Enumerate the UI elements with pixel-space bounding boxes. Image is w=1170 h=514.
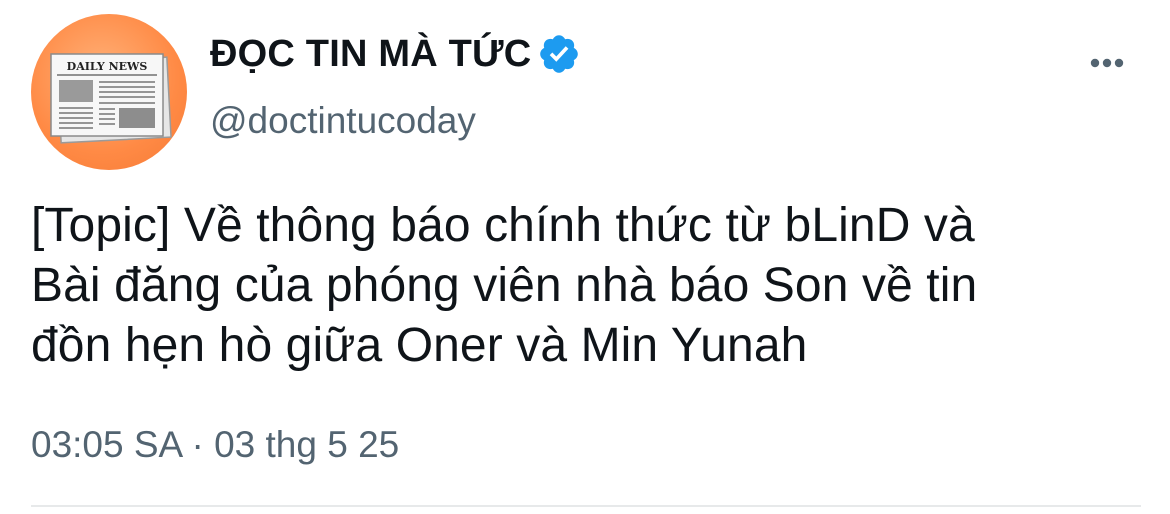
tweet-time[interactable]: 03:05 SA (31, 424, 181, 465)
avatar-logo-text: DAILY NEWS (67, 60, 148, 73)
more-icon[interactable] (1082, 48, 1132, 78)
tweet-date[interactable]: 03 thg 5 25 (214, 424, 399, 465)
verified-badge-icon (540, 35, 579, 73)
tweet: DAILY NEWS ĐỌC TIN MÀ TỨC @doctintucoday… (0, 0, 1170, 514)
tweet-text: [Topic] Về thông báo chính thức từ bLinD… (31, 196, 1156, 376)
newspaper-icon: DAILY NEWS (50, 53, 172, 144)
tweet-timestamp: 03:05 SA · 03 thg 5 25 (31, 424, 399, 466)
avatar[interactable]: DAILY NEWS (31, 14, 187, 170)
divider (31, 505, 1141, 507)
author-handle[interactable]: @doctintucoday (210, 100, 476, 142)
tweet-text-line: Bài đăng của phóng viên nhà báo Son về t… (31, 259, 978, 312)
tweet-text-line: [Topic] Về thông báo chính thức từ bLinD… (31, 199, 975, 252)
author-name-row[interactable]: ĐỌC TIN MÀ TỨC (210, 32, 581, 76)
author-display-name[interactable]: ĐỌC TIN MÀ TỨC (210, 33, 531, 76)
tweet-text-line: đồn hẹn hò giữa Oner và Min Yunah (31, 319, 808, 372)
meta-separator: · (191, 424, 204, 465)
